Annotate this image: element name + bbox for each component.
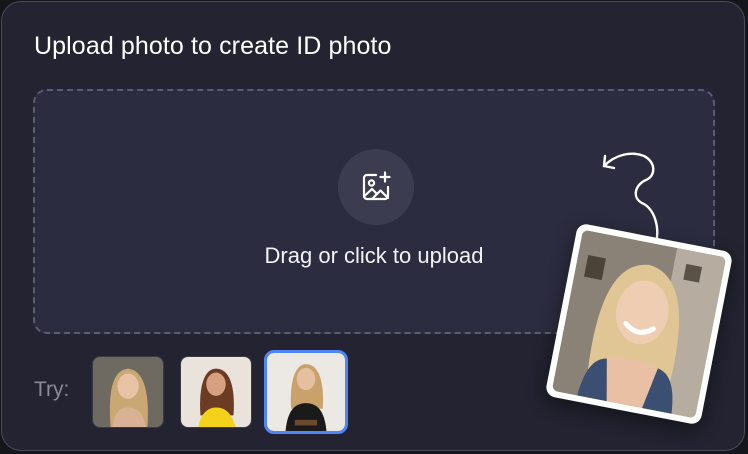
- example-portrait-image: [551, 229, 727, 419]
- upload-card: Upload photo to create ID photo Drag or …: [1, 1, 745, 451]
- example-photo-card: [544, 222, 734, 426]
- sample-portrait-image: [267, 353, 345, 431]
- sample-portrait-image: [93, 357, 163, 427]
- image-add-icon: [362, 171, 391, 201]
- upload-button[interactable]: [338, 149, 414, 225]
- sample-portrait-image: [181, 357, 251, 427]
- sample-thumbnail-3[interactable]: [264, 350, 348, 434]
- sample-thumbnail-1[interactable]: [92, 356, 164, 428]
- page-title: Upload photo to create ID photo: [34, 32, 392, 60]
- try-label: Try:: [34, 378, 70, 401]
- sample-thumbnail-2[interactable]: [180, 356, 252, 428]
